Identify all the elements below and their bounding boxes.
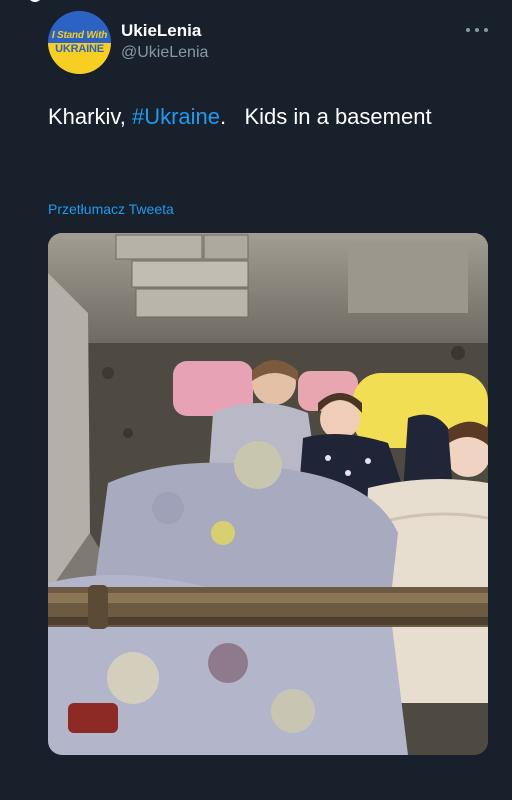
more-dot [466,28,470,32]
tweet-text-after: . Kids in a basement [220,104,432,129]
pipe-shadow [48,617,488,625]
brick [131,260,249,288]
floor-spot [451,346,465,360]
hashtag-link[interactable]: #Ukraine [132,104,220,129]
tweet-photo[interactable] [48,233,488,755]
brick [203,234,249,260]
pipe-joint [88,585,108,629]
author-handle[interactable]: @UkieLenia [121,44,208,62]
pajama-dot [365,458,371,464]
blanket-flower [271,689,315,733]
pajama-dot [325,455,331,461]
tweet-text: Kharkiv, #Ukraine. Kids in a basement [48,100,468,134]
avatar[interactable]: I Stand With UKRAINE [48,11,111,74]
floor-spot [102,367,114,379]
tweet-text-before: Kharkiv, [48,104,132,129]
pipe-highlight [48,593,488,603]
blanket-flower [107,652,159,704]
brick [135,288,249,318]
photo-illustration [48,233,488,755]
red-cloth [68,703,118,733]
avatar-text-bottom: UKRAINE [55,43,104,55]
previous-tweet-edge [28,0,42,2]
tweet-card: I Stand With UKRAINE UkieLenia @UkieLeni… [0,0,512,800]
blanket-flower [211,521,235,545]
floor-spot [123,428,133,438]
translate-tweet-link[interactable]: Przetłumacz Tweeta [48,201,174,217]
avatar-text-top: I Stand With [51,30,108,41]
blanket-pattern [208,643,248,683]
blanket-pattern [152,492,184,524]
more-options-icon[interactable] [466,22,488,38]
more-dot [475,28,479,32]
author-display-name[interactable]: UkieLenia [121,21,201,41]
more-dot [484,28,488,32]
blanket-flower [234,441,282,489]
wall-patch [348,243,468,313]
brick [115,234,203,260]
pajama-dot [345,470,351,476]
